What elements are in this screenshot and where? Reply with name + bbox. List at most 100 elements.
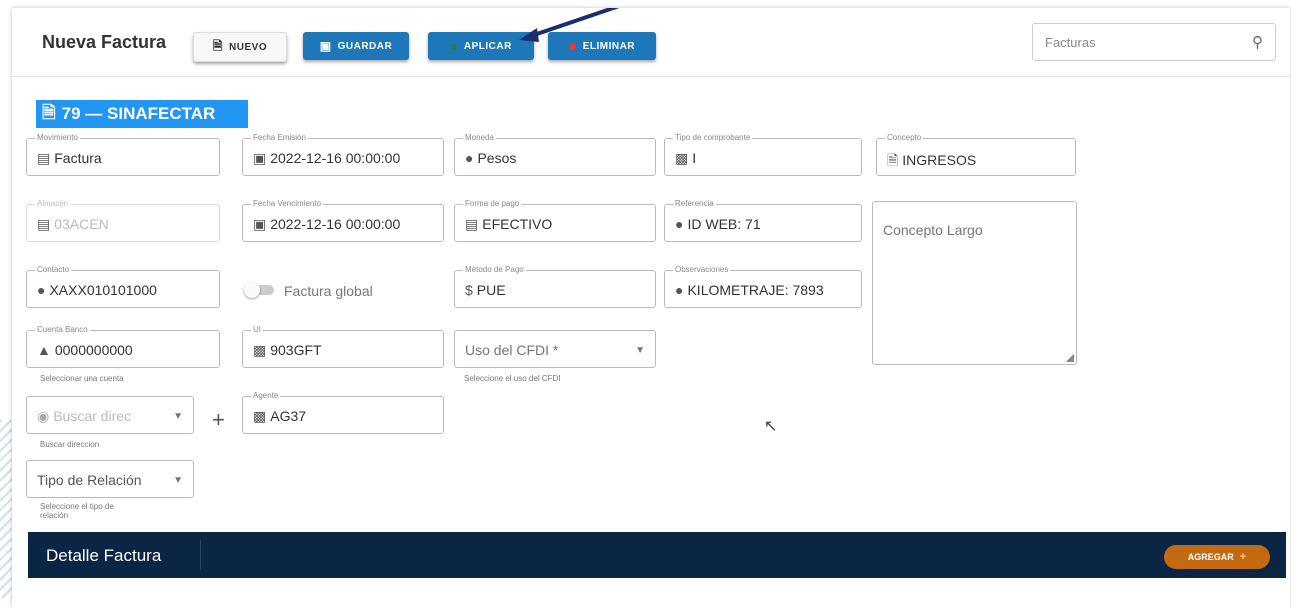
divider <box>200 540 201 570</box>
tipo-relacion-value: Tipo de Relación <box>37 472 142 488</box>
tipo-comprobante-label: Tipo de comprobante <box>673 133 753 143</box>
buscar-direccion-value: Buscar direc <box>53 408 132 424</box>
tipo-comprobante-field[interactable]: Tipo de comprobante ▩ I <box>664 133 862 176</box>
almacen-value: 03ACEN <box>54 216 109 232</box>
toolbar: Nueva Factura 🗎 NUEVO ▣ GUARDAR ● APLICA… <box>12 8 1290 77</box>
credit-card-icon: ▤ <box>465 216 479 232</box>
ui-value: 903GFT <box>270 342 322 358</box>
annotation-arrow <box>519 8 620 42</box>
search-icon[interactable]: ⚲ <box>1252 33 1263 51</box>
tipo-relacion-select[interactable]: Tipo de Relación ▼ <box>26 460 194 498</box>
resize-handle[interactable] <box>1066 354 1074 362</box>
metodo-pago-field[interactable]: Método de Pago $ PUE <box>454 265 656 308</box>
uso-cfdi-hint: Seleccione el uso del CFDI <box>464 374 561 383</box>
referencia-label: Referencia <box>673 199 716 209</box>
forma-pago-label: Forma de pago <box>463 199 522 209</box>
apply-button-label: APLICAR <box>463 40 512 52</box>
calendar-icon: ▣ <box>253 150 267 166</box>
ui-label: UI <box>251 325 263 335</box>
detail-header: Detalle Factura AGREGAR + <box>28 532 1286 578</box>
add-address-icon[interactable]: + <box>212 407 225 433</box>
cuenta-banco-label: Cuenta Banco <box>35 325 90 335</box>
search-placeholder: Facturas <box>1045 35 1096 50</box>
document-icon: 🗎 <box>887 152 899 168</box>
agente-label: Agente <box>251 391 281 401</box>
moneda-value: Pesos <box>477 150 517 166</box>
invoice-card: Nueva Factura 🗎 NUEVO ▣ GUARDAR ● APLICA… <box>12 8 1290 608</box>
concepto-largo-textarea[interactable]: Concepto Largo <box>872 201 1077 365</box>
person-icon: ● <box>675 282 684 298</box>
factura-global-label: Factura global <box>284 283 373 299</box>
almacen-label: Almacén <box>35 199 71 209</box>
concepto-field[interactable]: Concepto 🗎 INGRESOS <box>876 133 1076 176</box>
referencia-field[interactable]: Referencia ● ID WEB: 71 <box>664 199 862 242</box>
movimiento-field[interactable]: Movimiento ▤ Factura <box>26 133 220 176</box>
new-document-icon: 🗎 <box>212 38 224 53</box>
invoice-status-badge: 🗎 79 — SINAFECTAR <box>36 100 248 128</box>
save-button[interactable]: ▣ GUARDAR <box>303 32 409 60</box>
new-button-label: NUEVO <box>229 41 268 53</box>
dollar-icon: $ <box>465 282 473 298</box>
concepto-value: INGRESOS <box>902 152 977 168</box>
person-icon: ● <box>37 282 46 298</box>
detail-title: Detalle Factura <box>46 546 162 565</box>
almacen-field: Almacén ▤ 03ACEN <box>26 199 220 242</box>
tipo-relacion-hint: Seleccione el tipo de relación <box>40 502 114 520</box>
id-card-icon: ▩ <box>675 150 689 166</box>
contacto-label: Contacto <box>35 265 72 275</box>
bank-icon: ▲ <box>37 342 51 358</box>
observaciones-label: Observaciones <box>673 265 731 275</box>
check-icon: ● <box>450 39 458 53</box>
car-icon: ▩ <box>253 408 267 424</box>
moneda-label: Moneda <box>463 133 496 143</box>
concepto-label: Concepto <box>885 133 924 143</box>
fecha-emision-label: Fecha Emisión <box>251 133 308 143</box>
factura-global-toggle[interactable] <box>244 282 276 298</box>
chevron-down-icon: ▼ <box>173 411 183 422</box>
save-button-label: GUARDAR <box>337 40 393 52</box>
forma-pago-value: EFECTIVO <box>482 216 553 232</box>
document-icon: 🗎 <box>42 102 56 122</box>
contacto-value: XAXX010101000 <box>49 282 157 298</box>
metodo-pago-value: PUE <box>476 282 506 298</box>
ui-field[interactable]: UI ▩ 903GFT <box>242 325 444 368</box>
observaciones-field[interactable]: Observaciones ● KILOMETRAJE: 7893 <box>664 265 862 308</box>
referencia-value: ID WEB: 71 <box>687 216 761 232</box>
save-icon: ▣ <box>319 39 332 53</box>
list-icon: ▤ <box>37 216 51 232</box>
invoice-status-text: 79 — SINAFECTAR <box>61 104 216 123</box>
search-input[interactable]: Facturas ⚲ <box>1032 23 1276 61</box>
observaciones-value: KILOMETRAJE: 7893 <box>687 282 824 298</box>
mouse-cursor-icon: ↖ <box>764 418 778 435</box>
contacto-field[interactable]: Contacto ● XAXX010101000 <box>26 265 220 308</box>
uso-cfdi-select[interactable]: Uso del CFDI * ▼ <box>454 330 656 368</box>
add-line-button[interactable]: AGREGAR + <box>1164 545 1270 569</box>
toggle-knob <box>244 282 260 298</box>
cuenta-banco-hint: Seleccionar una cuenta <box>40 374 124 383</box>
forma-pago-field[interactable]: Forma de pago ▤ EFECTIVO <box>454 199 656 242</box>
buscar-direccion-hint: Buscar direccion <box>40 440 100 449</box>
moneda-field[interactable]: Moneda ● Pesos <box>454 133 656 176</box>
chevron-down-icon: ▼ <box>173 475 183 486</box>
new-button[interactable]: 🗎 NUEVO <box>193 32 287 62</box>
list-icon: ▤ <box>37 150 51 166</box>
add-line-label: AGREGAR <box>1187 552 1234 562</box>
coins-icon: ● <box>465 150 474 166</box>
fecha-vencimiento-label: Fecha Vencimiento <box>251 199 324 209</box>
plus-icon: + <box>1239 551 1247 563</box>
person-icon: ● <box>675 216 684 232</box>
cuenta-banco-field[interactable]: Cuenta Banco ▲ 0000000000 <box>26 325 220 368</box>
car-icon: ▩ <box>253 342 267 358</box>
agente-field[interactable]: Agente ▩ AG37 <box>242 391 444 434</box>
location-pin-icon: ◉ <box>37 408 50 424</box>
page-title: Nueva Factura <box>42 32 167 52</box>
fecha-vencimiento-field[interactable]: Fecha Vencimiento ▣ 2022-12-16 00:00:00 <box>242 199 444 242</box>
tipo-comprobante-value: I <box>692 150 697 166</box>
movimiento-value: Factura <box>54 150 102 166</box>
movimiento-label: Movimiento <box>35 133 80 143</box>
fecha-emision-field[interactable]: Fecha Emisión ▣ 2022-12-16 00:00:00 <box>242 133 444 176</box>
buscar-direccion-select[interactable]: ◉ Buscar direc ▼ <box>26 396 194 434</box>
fecha-vencimiento-value: 2022-12-16 00:00:00 <box>270 216 401 232</box>
chevron-down-icon: ▼ <box>635 345 645 356</box>
uso-cfdi-value: Uso del CFDI * <box>465 342 559 358</box>
